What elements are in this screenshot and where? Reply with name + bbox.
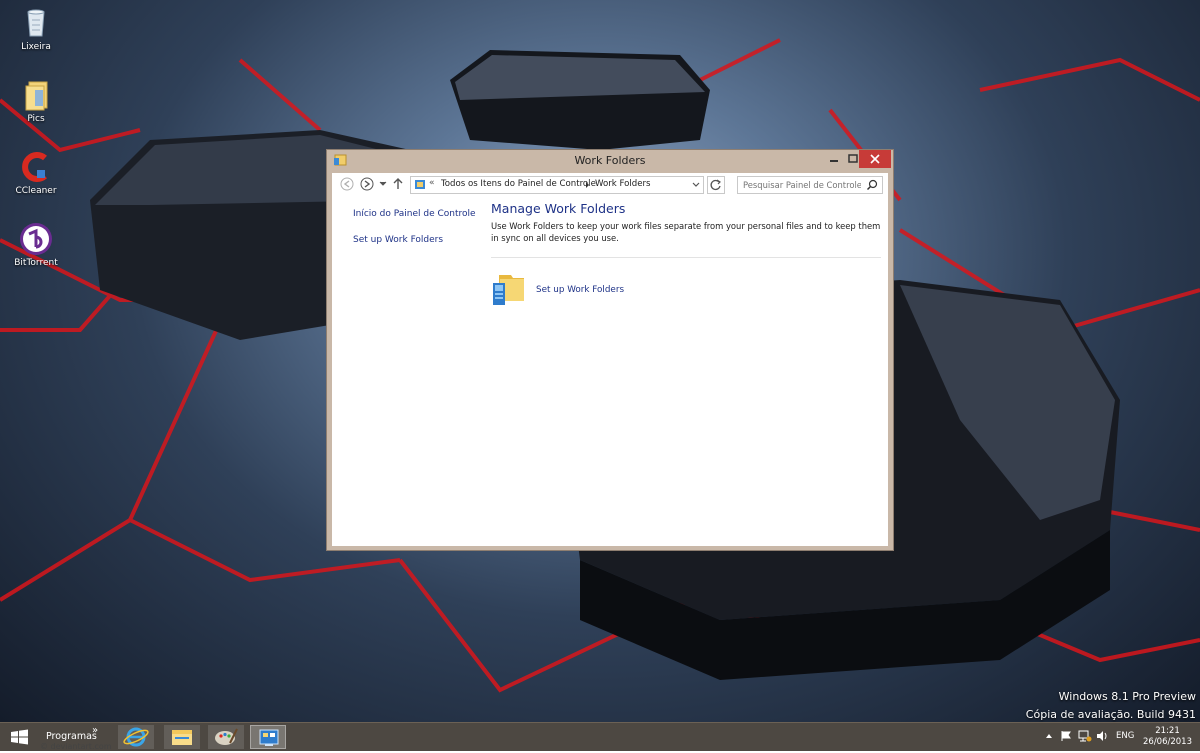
desktop-icon-label: Lixeira bbox=[21, 42, 51, 52]
programs-label: Programas bbox=[46, 731, 97, 742]
window-title: Work Folders bbox=[574, 154, 646, 167]
network-icon[interactable] bbox=[1078, 730, 1092, 742]
search-icon bbox=[866, 179, 878, 191]
windows-logo-icon bbox=[11, 729, 28, 745]
content-area: Início do Painel de Controle Set up Work… bbox=[332, 197, 888, 546]
address-chevron-down-icon[interactable] bbox=[692, 182, 700, 188]
address-bar[interactable]: « Todos os Itens do Painel de Controle W… bbox=[410, 176, 704, 194]
left-navigation-pane: Início do Painel de Controle Set up Work… bbox=[332, 197, 487, 546]
up-arrow-icon[interactable] bbox=[393, 178, 403, 190]
bittorrent-icon bbox=[19, 222, 53, 256]
recent-locations-chevron-down-icon[interactable] bbox=[379, 181, 387, 187]
taskbar-internet-explorer[interactable] bbox=[118, 725, 154, 749]
desktop-icon-lixeira[interactable]: Lixeira bbox=[8, 6, 64, 52]
windows-watermark: Windows 8.1 Pro Preview Cópia de avaliaç… bbox=[1026, 688, 1196, 722]
taskbar: Programas » ENG 21:21 26/06/2013 bbox=[0, 722, 1200, 751]
nav-link-control-panel-home[interactable]: Início do Painel de Controle bbox=[353, 209, 476, 219]
forward-icon[interactable] bbox=[360, 177, 374, 191]
clock[interactable]: 21:21 26/06/2013 bbox=[1143, 726, 1192, 748]
paint-icon bbox=[215, 728, 238, 745]
task-link-label[interactable]: Set up Work Folders bbox=[536, 285, 624, 295]
file-explorer-icon bbox=[172, 730, 192, 745]
taskbar-control-panel[interactable] bbox=[250, 725, 286, 749]
clock-date: 26/06/2013 bbox=[1143, 737, 1192, 747]
search-input[interactable] bbox=[741, 178, 863, 192]
desktop-icon-pics[interactable]: Pics bbox=[8, 78, 64, 124]
refresh-icon[interactable] bbox=[707, 176, 725, 194]
folder-icon bbox=[19, 78, 53, 112]
desktop-icon-label: BitTorrent bbox=[14, 258, 58, 268]
ccleaner-icon bbox=[19, 150, 53, 184]
recycle-bin-icon bbox=[19, 6, 53, 40]
show-hidden-icons-chevron-up-icon[interactable] bbox=[1045, 733, 1053, 739]
breadcrumb-chevron-right-icon[interactable] bbox=[585, 181, 591, 189]
watermark-line-2: Cópia de avaliação. Build 9431 bbox=[1025, 708, 1196, 721]
taskbar-paint[interactable] bbox=[208, 725, 244, 749]
desktop-icon-label: CCleaner bbox=[15, 186, 57, 196]
desktop-icon-label: Pics bbox=[27, 114, 45, 124]
back-icon[interactable] bbox=[340, 177, 354, 191]
language-indicator[interactable]: ENG bbox=[1116, 731, 1134, 741]
divider bbox=[491, 257, 881, 258]
search-box[interactable] bbox=[737, 176, 883, 194]
close-button[interactable] bbox=[859, 150, 891, 168]
title-bar[interactable]: Work Folders bbox=[327, 150, 893, 172]
breadcrumb-work-folders[interactable]: Work Folders bbox=[595, 179, 651, 189]
work-folders-large-icon bbox=[493, 275, 524, 305]
programs-chevron-icon[interactable]: » bbox=[92, 725, 98, 736]
action-center-flag-icon[interactable] bbox=[1060, 730, 1072, 742]
start-button[interactable] bbox=[2, 725, 36, 749]
internet-explorer-icon bbox=[123, 727, 149, 747]
taskbar-file-explorer[interactable] bbox=[164, 725, 200, 749]
page-title: Manage Work Folders bbox=[491, 201, 626, 216]
watermark-line-1: Windows 8.1 Pro Preview bbox=[1058, 690, 1196, 703]
navigation-bar: « Todos os Itens do Painel de Controle W… bbox=[332, 173, 888, 197]
page-description: Use Work Folders to keep your work files… bbox=[491, 221, 881, 243]
set-up-work-folders-task[interactable]: Set up Work Folders bbox=[491, 271, 691, 307]
breadcrumb-control-panel[interactable]: Todos os Itens do Painel de Controle bbox=[441, 179, 596, 189]
close-icon bbox=[870, 154, 880, 164]
clock-time: 21:21 bbox=[1155, 726, 1180, 736]
control-panel-icon bbox=[259, 729, 279, 746]
nav-link-set-up-work-folders[interactable]: Set up Work Folders bbox=[353, 235, 443, 245]
desktop-icon-ccleaner[interactable]: CCleaner bbox=[8, 150, 64, 196]
address-separator: « bbox=[429, 178, 435, 188]
control-panel-icon bbox=[415, 180, 425, 189]
work-folders-window: Work Folders « Todos os Itens do Painel … bbox=[326, 149, 894, 551]
desktop-icon-bittorrent[interactable]: BitTorrent bbox=[8, 222, 64, 268]
volume-icon[interactable] bbox=[1096, 730, 1108, 742]
